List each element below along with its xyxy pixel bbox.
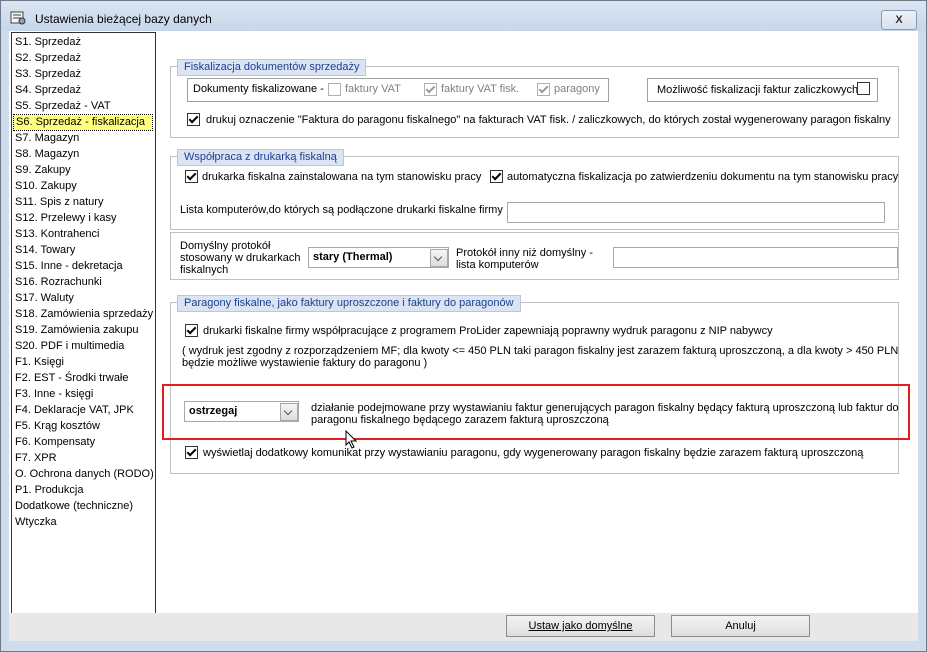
printer-installed-label: drukarka fiskalna zainstalowana na tym s… [202,171,482,183]
printer-installed-checkbox[interactable] [185,170,198,183]
drukuj-oznaczenie-label: drukuj oznaczenie "Faktura do paragonu f… [206,114,891,126]
sidebar-item[interactable]: S10. Zakupy [15,179,77,194]
paragony-label: paragony [554,83,600,95]
sidebar[interactable]: S1. Sprzedaż S2. Sprzedaż S3. Sprzedaż S4. … [11,32,156,614]
sidebar-item[interactable]: S2. Sprzedaż [15,51,81,66]
sidebar-item[interactable]: Wtyczka [15,515,57,530]
nip-receipt-checkbox[interactable] [185,324,198,337]
fiscalization-group [170,66,899,138]
sidebar-item[interactable]: F4. Deklaracje VAT, JPK [15,403,134,418]
sidebar-item[interactable]: F7. XPR [15,451,57,466]
sidebar-item[interactable]: S13. Kontrahenci [15,227,99,242]
action-select-value: ostrzegaj [189,405,238,417]
nip-receipt-label: drukarki fiskalne firmy współpracujące z… [203,325,773,337]
database-settings-icon [10,11,26,25]
sidebar-item[interactable]: Dodatkowe (techniczne) [15,499,133,514]
sidebar-item[interactable]: F2. EST - Środki trwałe [15,371,129,386]
sidebar-item[interactable]: F6. Kompensaty [15,435,95,450]
chevron-down-icon[interactable] [430,249,448,267]
sidebar-item[interactable]: S15. Inne - dekretacja [15,259,123,274]
sidebar-item[interactable]: S16. Rozrachunki [15,275,102,290]
set-default-label: Ustaw jako domyślne [528,620,633,632]
extra-message-label: wyświetlaj dodatkowy komunikat przy wyst… [203,447,864,459]
sidebar-item[interactable]: S7. Magazyn [15,131,79,146]
close-button[interactable]: X [881,10,917,30]
receipts-legend: Paragony fiskalne, jako faktury uproszcz… [177,295,521,312]
sidebar-item[interactable]: S20. PDF i multimedia [15,339,124,354]
fiscalization-legend: Fiskalizacja dokumentów sprzedaży [177,59,367,76]
chevron-down-icon[interactable] [280,403,298,421]
sidebar-item[interactable]: S4. Sprzedaż [15,83,81,98]
protocol-other-label: Protokół inny niż domyślny - lista kompu… [456,247,593,271]
sidebar-item[interactable]: S5. Sprzedaż - VAT [15,99,111,114]
sidebar-item[interactable]: S3. Sprzedaż [15,67,81,82]
faktury-vat-checkbox[interactable] [328,83,341,96]
protocol-select-value: stary (Thermal) [313,251,393,263]
sidebar-item[interactable]: S11. Spis z natury [15,195,103,210]
auto-fiscal-checkbox[interactable] [490,170,503,183]
extra-message-checkbox[interactable] [185,446,198,459]
sidebar-item[interactable]: S1. Sprzedaż [15,35,81,50]
sidebar-item[interactable]: F1. Księgi [15,355,64,370]
sidebar-item[interactable]: S17. Waluty [15,291,74,306]
cancel-button[interactable]: Anuluj [671,615,810,637]
faktury-vat-fisk-checkbox[interactable] [424,83,437,96]
cancel-label: Anuluj [725,620,756,632]
title-bar: Ustawienia bieżącej bazy danych X [1,1,926,31]
sidebar-item[interactable]: S12. Przelewy i kasy [15,211,116,226]
protocol-label: Domyślny protokół stosowany w drukarkach… [180,240,301,276]
zaliczkowe-checkbox[interactable] [857,82,870,95]
fiscal-docs-label: Dokumenty fiskalizowane - [193,83,324,95]
receipt-note-line2: będzie możliwe wystawienie faktury do pa… [182,357,428,369]
sidebar-item[interactable]: S19. Zamówienia zakupu [15,323,139,338]
window-title: Ustawienia bieżącej bazy danych [35,12,212,26]
zaliczkowe-label: Możliwość fiskalizacji faktur zaliczkowy… [657,84,859,96]
sidebar-item[interactable]: S9. Zakupy [15,163,71,178]
computers-list-input[interactable] [507,202,885,223]
mouse-pointer-icon [345,430,358,449]
sidebar-item[interactable]: S6. Sprzedaż - fiskalizacja [13,114,153,131]
drukuj-oznaczenie-checkbox[interactable] [187,113,200,126]
paragony-checkbox[interactable] [537,83,550,96]
sidebar-item[interactable]: S18. Zamówienia sprzedaży [15,307,153,322]
faktury-vat-fisk-label: faktury VAT fisk. [441,83,520,95]
computers-list-label: Lista komputerów,do których są podłączon… [180,204,503,216]
sidebar-item[interactable]: S14. Towary [15,243,75,258]
action-select[interactable]: ostrzegaj [184,401,299,422]
protocol-other-input[interactable] [613,247,898,268]
printer-cooperation-legend: Współpraca z drukarką fiskalną [177,149,344,166]
action-description-line2: paragonu fiskalnego będącego zarazem fak… [311,414,609,426]
faktury-vat-label: faktury VAT [345,83,401,95]
set-default-button[interactable]: Ustaw jako domyślne [506,615,655,637]
sidebar-item[interactable]: O. Ochrona danych (RODO) [15,467,154,482]
sidebar-item[interactable]: P1. Produkcja [15,483,83,498]
sidebar-item[interactable]: S8. Magazyn [15,147,79,162]
auto-fiscal-label: automatyczna fiskalizacja po zatwierdzen… [507,171,899,183]
sidebar-item[interactable]: F5. Krąg kosztów [15,419,100,434]
protocol-select[interactable]: stary (Thermal) [308,247,449,268]
sidebar-item[interactable]: F3. Inne - księgi [15,387,93,402]
